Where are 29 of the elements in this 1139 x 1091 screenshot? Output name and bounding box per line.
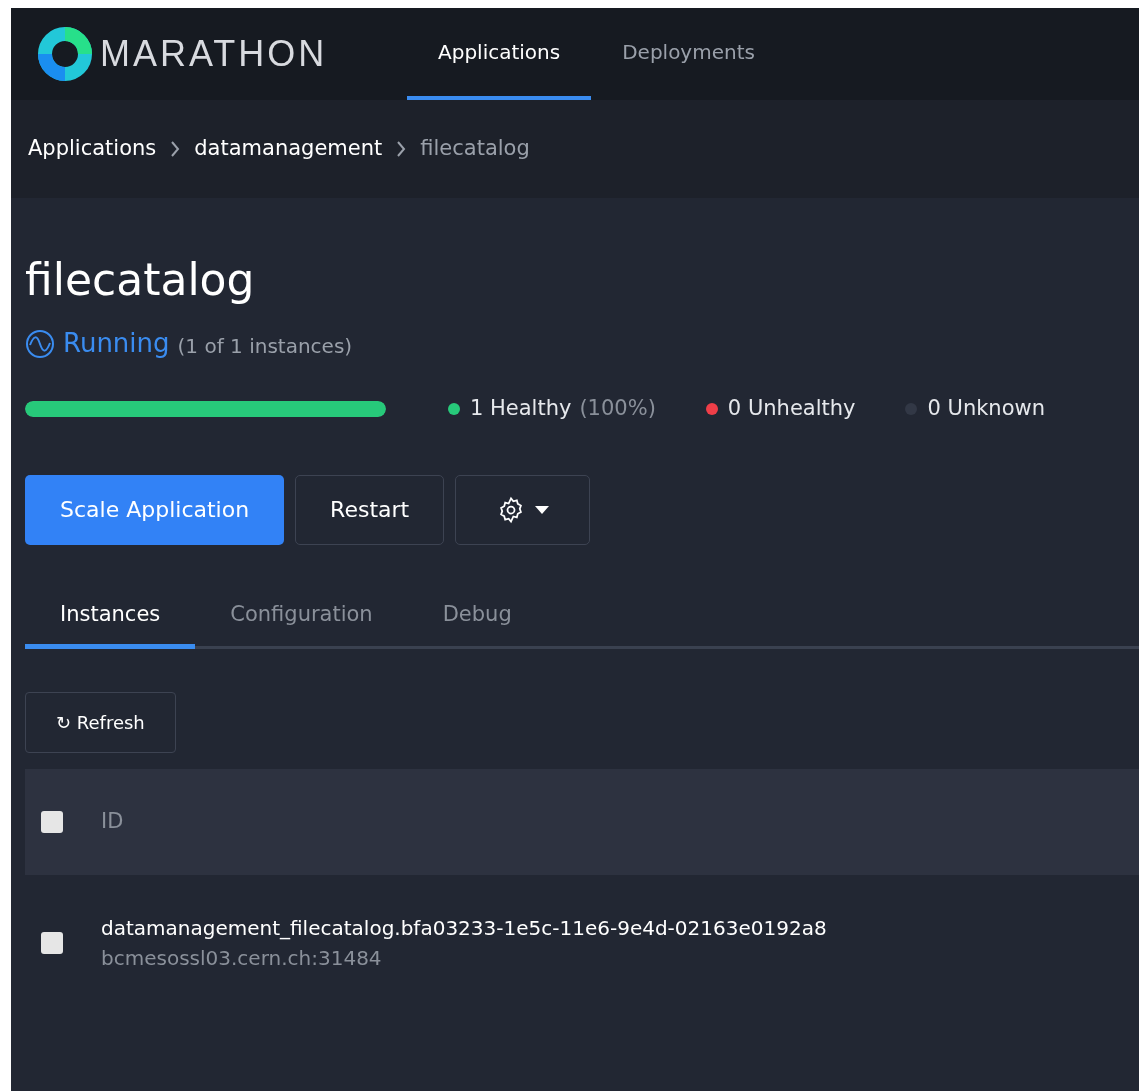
column-header: ID	[101, 807, 124, 835]
breadcrumb-link[interactable]: Applications	[28, 133, 157, 165]
caret-icon	[534, 505, 549, 514]
chevron-icon	[170, 140, 181, 158]
tab[interactable]: Debug	[407, 586, 547, 649]
app-title: filecatalog	[25, 253, 256, 307]
checkbox[interactable]	[41, 810, 63, 833]
scale-application-button[interactable]: Scale Application	[25, 474, 285, 545]
logo-icon	[38, 27, 92, 81]
breadcrumb-link[interactable]: filecatalog	[420, 133, 530, 165]
legend-label: 0 Unknown	[927, 395, 1045, 422]
nav-tab[interactable]: Deployments	[591, 8, 786, 100]
legend-percent: (100%)	[579, 395, 656, 422]
restart-button[interactable]: Restart	[295, 474, 445, 545]
legend-label: 0 Unhealthy	[727, 395, 856, 422]
breadcrumb-link[interactable]: datamanagement	[194, 133, 383, 165]
settings-dropdown-button[interactable]	[455, 474, 591, 545]
instances-count: (1 of 1 instances)	[177, 332, 353, 360]
tab[interactable]: Configuration	[195, 586, 408, 649]
brand-name: MARATHON	[100, 32, 328, 76]
refresh-button[interactable]: ↻ Refresh	[25, 691, 176, 753]
tab[interactable]: Instances	[25, 586, 196, 649]
instance-host: bcmesossl03.cern.ch:31484	[101, 944, 383, 972]
chevron-icon	[396, 140, 407, 158]
checkbox[interactable]	[41, 931, 63, 954]
status-text: Running	[63, 327, 170, 360]
running-icon	[25, 328, 55, 359]
legend-label: 1 Healthy	[470, 395, 572, 422]
instance-id: datamanagement_filecatalog.bfa03233-1e5c-11e6-9e4d-02163e0192a8	[101, 914, 827, 942]
